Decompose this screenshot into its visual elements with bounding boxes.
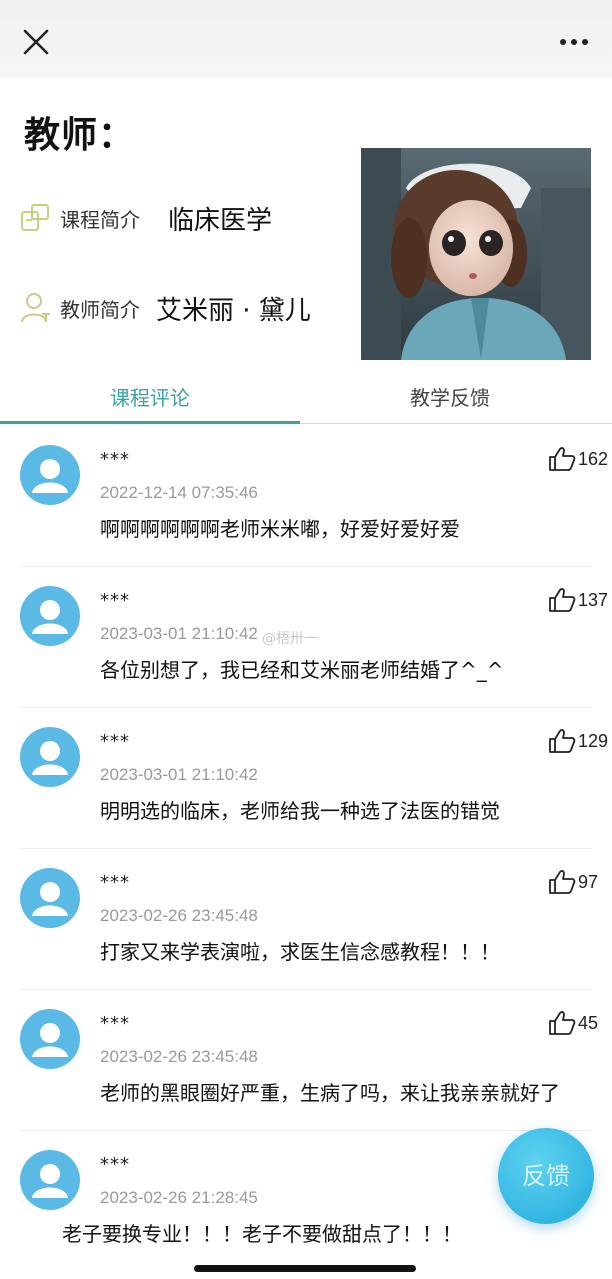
thumbs-up-icon	[549, 447, 576, 471]
close-icon[interactable]	[22, 28, 50, 56]
teacher-avatar-image	[361, 148, 591, 360]
teacher-label: 教师简介	[60, 297, 140, 322]
course-value: 临床医学	[168, 205, 273, 236]
thumbs-up-icon	[549, 870, 576, 894]
comment-username: ***	[100, 1154, 130, 1175]
comment-date: 2023-03-01 21:10:42	[100, 765, 258, 784]
comment-date: 2022-12-14 07:35:46	[100, 483, 258, 502]
divider	[20, 989, 592, 990]
tab-bar: 课程评论 教学反馈	[0, 375, 612, 425]
like-count: 162	[578, 448, 609, 469]
comment-date: 2023-02-26 23:45:48	[100, 906, 258, 925]
thumbs-up-icon	[549, 729, 576, 753]
like-button[interactable]: 45	[548, 1008, 598, 1038]
comment-username: ***	[100, 731, 130, 752]
like-button[interactable]: 97	[548, 867, 598, 897]
user-avatar-icon[interactable]	[20, 727, 80, 787]
comment-username: ***	[100, 449, 130, 470]
comment-text: 老师的黑眼圈好严重，生病了吗，来让我亲亲就好了	[100, 1081, 560, 1105]
teacher-value: 艾米丽 · 黛儿	[156, 295, 311, 326]
teacher-icon	[21, 293, 50, 323]
course-row: 课程简介 临床医学	[18, 198, 272, 238]
page-title: 教师：	[24, 115, 136, 156]
like-button[interactable]: 137	[548, 585, 608, 615]
divider	[20, 848, 592, 849]
user-avatar-icon[interactable]	[20, 1150, 80, 1210]
feedback-fab-button[interactable]: 反馈	[498, 1128, 594, 1224]
home-indicator	[194, 1265, 416, 1272]
tab-teaching-feedback[interactable]: 教学反馈	[300, 375, 600, 421]
like-count: 129	[578, 730, 609, 751]
comment-date: 2023-02-26 23:45:48	[100, 1047, 258, 1066]
comment-username: ***	[100, 1013, 130, 1034]
teacher-row: 教师简介 艾米丽 · 黛儿	[18, 288, 311, 328]
comment-username: ***	[100, 590, 130, 611]
course-label: 课程简介	[60, 207, 140, 232]
like-button[interactable]: 162	[548, 444, 608, 474]
top-bar	[0, 0, 612, 78]
comment-item: *** 2022-12-14 07:35:46 啊啊啊啊啊啊老师米米嘟，好爱好爱…	[0, 427, 612, 567]
like-count: 137	[578, 589, 609, 610]
comment-text: 打家又来学表演啦，求医生信念感教程！！！	[100, 940, 500, 964]
comment-item: *** 2023-02-26 23:45:48 老师的黑眼圈好严重，生病了吗，来…	[0, 991, 612, 1131]
like-button[interactable]: 129	[548, 726, 608, 756]
tab-active-indicator	[0, 421, 300, 424]
comment-username: ***	[100, 872, 130, 893]
comment-item: *** 2023-03-01 21:10:42 明明选的临床，老师给我一种选了法…	[0, 709, 612, 849]
comment-text: 啊啊啊啊啊啊老师米米嘟，好爱好爱好爱	[100, 517, 460, 541]
comment-text: 各位别想了，我已经和艾米丽老师结婚了^_^	[100, 658, 504, 682]
comment-item: *** 2023-02-26 23:45:48 打家又来学表演啦，求医生信念感教…	[0, 850, 612, 990]
course-icon	[21, 204, 49, 231]
comment-text: 老子要换专业！！！老子不要做甜点了！！！	[62, 1222, 462, 1246]
divider	[20, 1130, 592, 1131]
thumbs-up-icon	[549, 588, 576, 612]
comment-date: 2023-02-26 21:28:45	[100, 1188, 258, 1207]
user-avatar-icon[interactable]	[20, 868, 80, 928]
comment-text: 明明选的临床，老师给我一种选了法医的错觉	[100, 799, 500, 823]
comment-date: 2023-03-01 21:10:42	[100, 624, 258, 643]
user-avatar-icon[interactable]	[20, 586, 80, 646]
divider	[20, 566, 592, 567]
like-count: 45	[578, 1012, 599, 1033]
user-avatar-icon[interactable]	[20, 1009, 80, 1069]
divider	[20, 707, 592, 708]
like-count: 97	[578, 871, 599, 892]
watermark: @梧卅一	[262, 631, 318, 647]
more-dots-icon[interactable]	[558, 28, 590, 56]
tab-course-comments[interactable]: 课程评论	[0, 375, 300, 421]
thumbs-up-icon	[549, 1011, 576, 1035]
user-avatar-icon[interactable]	[20, 445, 80, 505]
